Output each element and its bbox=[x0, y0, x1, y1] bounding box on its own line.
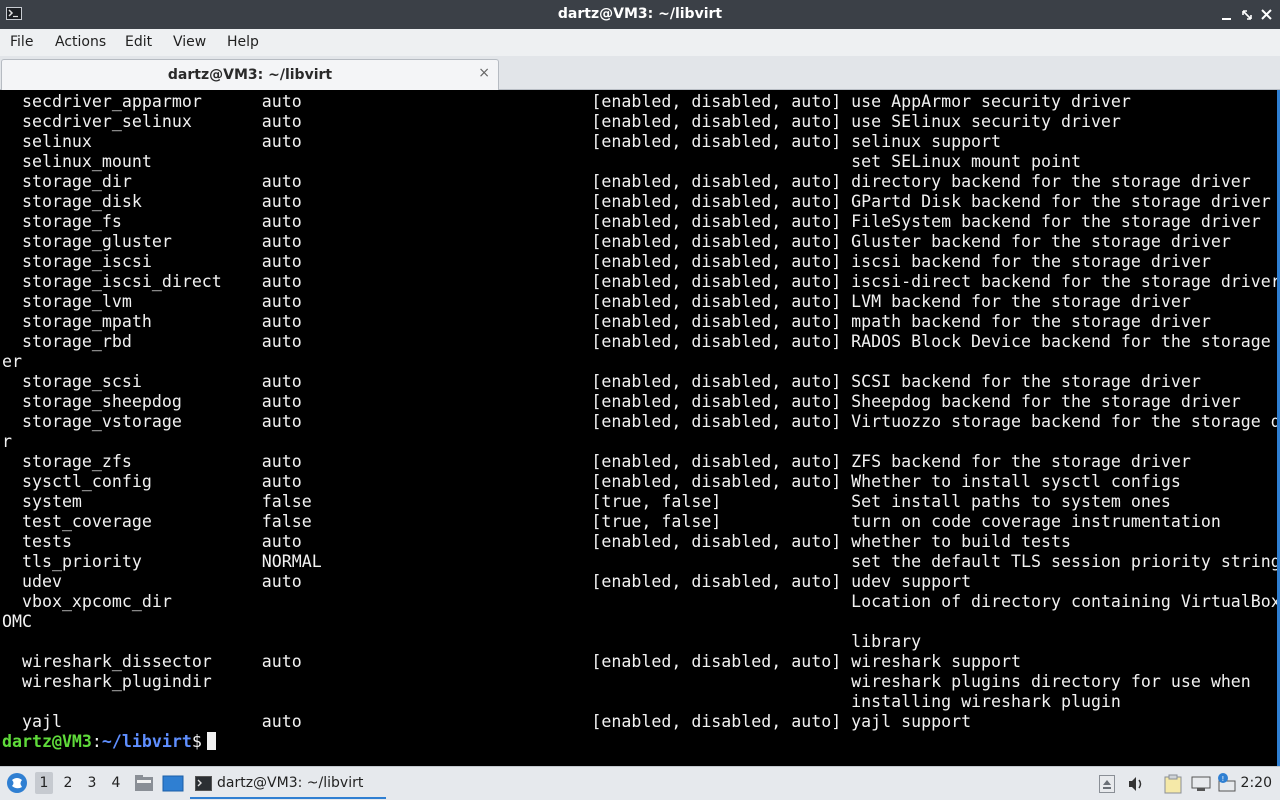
terminal-line: er bbox=[2, 352, 22, 371]
terminal-line: selinux_mount set SELinux mount point bbox=[2, 152, 1081, 171]
terminal-line: vbox_xpcomc_dir Location of directory co… bbox=[2, 592, 1280, 611]
workspace-1[interactable]: 1 bbox=[35, 772, 53, 794]
svg-text:!: ! bbox=[1222, 775, 1225, 783]
menu-actions[interactable]: Actions bbox=[55, 34, 106, 50]
terminal-line: storage_zfs auto [enabled, disabled, aut… bbox=[2, 452, 1191, 471]
workspace-3[interactable]: 3 bbox=[83, 775, 101, 791]
terminal-output[interactable]: secdriver_apparmor auto [enabled, disabl… bbox=[0, 90, 1280, 766]
terminal-line: tests auto [enabled, disabled, auto] whe… bbox=[2, 532, 1071, 551]
shell-prompt[interactable]: dartz@VM3:~/libvirt$ bbox=[2, 732, 216, 752]
terminal-line: wireshark_dissector auto [enabled, disab… bbox=[2, 652, 1022, 671]
terminal-line: yajl auto [enabled, disabled, auto] yajl… bbox=[2, 712, 972, 731]
terminal-line: storage_sheepdog auto [enabled, disabled… bbox=[2, 392, 1241, 411]
maximize-icon[interactable] bbox=[1240, 7, 1254, 21]
menu-help[interactable]: Help bbox=[227, 34, 259, 50]
close-icon[interactable] bbox=[1260, 7, 1274, 21]
menu-bar: File Actions Edit View Help bbox=[0, 29, 1280, 56]
network-icon[interactable] bbox=[1191, 776, 1211, 796]
terminal-line: storage_iscsi auto [enabled, disabled, a… bbox=[2, 252, 1211, 271]
text-cursor bbox=[206, 732, 216, 750]
clipboard-icon[interactable] bbox=[1164, 774, 1182, 798]
terminal-line: sysctl_config auto [enabled, disabled, a… bbox=[2, 472, 1181, 491]
window-title: dartz@VM3: ~/libvirt bbox=[557, 6, 723, 22]
active-task-indicator bbox=[190, 797, 386, 799]
tab-close-icon[interactable]: × bbox=[478, 65, 490, 81]
app-menu-icon[interactable] bbox=[6, 772, 28, 798]
taskbar-terminal-button[interactable]: dartz@VM3: ~/libvirt bbox=[190, 770, 386, 799]
menu-edit[interactable]: Edit bbox=[125, 34, 152, 50]
terminal-line: storage_gluster auto [enabled, disabled,… bbox=[2, 232, 1231, 251]
prompt-separator: : bbox=[91, 732, 102, 751]
prompt-user-host: dartz@VM3 bbox=[2, 732, 92, 751]
terminal-line: storage_dir auto [enabled, disabled, aut… bbox=[2, 172, 1251, 191]
eject-icon[interactable] bbox=[1099, 775, 1115, 797]
minimize-icon[interactable] bbox=[1220, 7, 1234, 21]
tab-label: dartz@VM3: ~/libvirt bbox=[167, 67, 333, 83]
terminal-line: storage_fs auto [enabled, disabled, auto… bbox=[2, 212, 1261, 231]
show-desktop-icon[interactable] bbox=[162, 775, 184, 796]
terminal-line: library bbox=[2, 632, 922, 651]
terminal-line: storage_mpath auto [enabled, disabled, a… bbox=[2, 312, 1211, 331]
terminal-line: r bbox=[2, 432, 12, 451]
terminal-line: storage_disk auto [enabled, disabled, au… bbox=[2, 192, 1271, 211]
tab-terminal[interactable]: dartz@VM3: ~/libvirt × bbox=[1, 59, 499, 90]
terminal-line: selinux auto [enabled, disabled, auto] s… bbox=[2, 132, 1002, 151]
terminal-line: tls_priority NORMAL set the default TLS … bbox=[2, 552, 1280, 571]
terminal-line: wireshark_plugindir wireshark plugins di… bbox=[2, 672, 1251, 691]
menu-view[interactable]: View bbox=[173, 34, 206, 50]
volume-icon[interactable] bbox=[1127, 776, 1145, 796]
terminal-line: test_coverage false [true, false] turn o… bbox=[2, 512, 1221, 531]
menu-file[interactable]: File bbox=[10, 34, 33, 50]
workspace-2[interactable]: 2 bbox=[59, 775, 77, 791]
terminal-line: OMC bbox=[2, 612, 32, 631]
notification-icon[interactable]: ! bbox=[1216, 772, 1238, 798]
terminal-line: storage_rbd auto [enabled, disabled, aut… bbox=[2, 332, 1280, 351]
terminal-line: storage_scsi auto [enabled, disabled, au… bbox=[2, 372, 1201, 391]
tab-bar: dartz@VM3: ~/libvirt × bbox=[0, 56, 1280, 90]
prompt-path: ~/libvirt bbox=[101, 732, 192, 751]
clock[interactable]: 2:20 bbox=[1241, 775, 1272, 791]
prompt-symbol: $ bbox=[191, 732, 202, 751]
terminal-icon bbox=[195, 776, 212, 795]
terminal-line: secdriver_apparmor auto [enabled, disabl… bbox=[2, 92, 1131, 111]
window-titlebar[interactable]: dartz@VM3: ~/libvirt bbox=[0, 0, 1280, 29]
terminal-line: udev auto [enabled, disabled, auto] udev… bbox=[2, 572, 972, 591]
terminal-line: storage_lvm auto [enabled, disabled, aut… bbox=[2, 292, 1191, 311]
terminal-line: installing wireshark plugin bbox=[2, 692, 1121, 711]
workspace-4[interactable]: 4 bbox=[107, 775, 125, 791]
terminal-line: secdriver_selinux auto [enabled, disable… bbox=[2, 112, 1121, 131]
terminal-line: system false [true, false] Set install p… bbox=[2, 492, 1171, 511]
terminal-line: storage_vstorage auto [enabled, disabled… bbox=[2, 412, 1280, 431]
taskbar: 1 2 3 4 dartz@VM3: ~/libvirt ! 2:20 bbox=[0, 766, 1280, 800]
task-label: dartz@VM3: ~/libvirt bbox=[217, 775, 364, 791]
terminal-line: storage_iscsi_direct auto [enabled, disa… bbox=[2, 272, 1280, 291]
file-manager-icon[interactable] bbox=[134, 774, 154, 796]
